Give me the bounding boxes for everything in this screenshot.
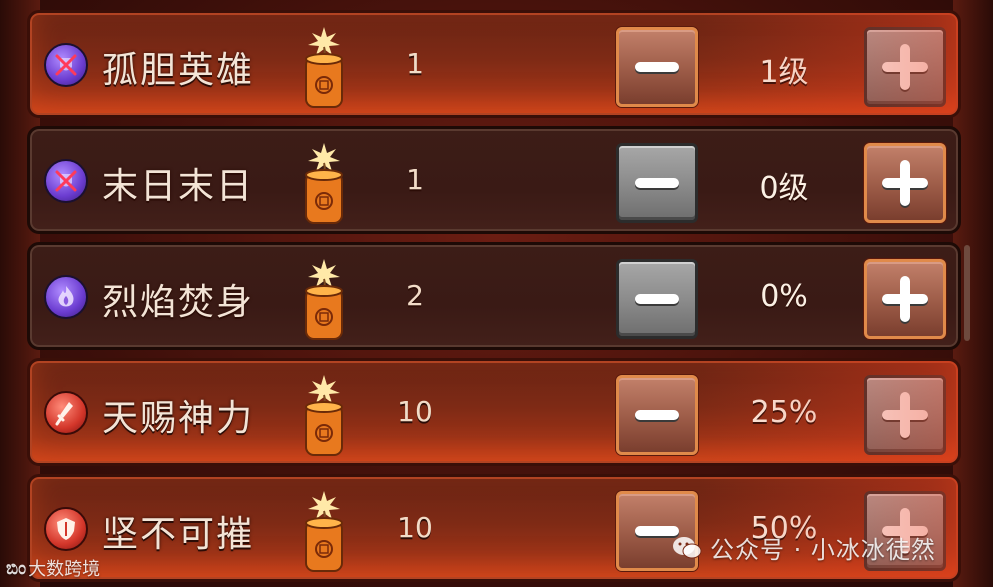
- scrollbar[interactable]: [964, 245, 970, 341]
- skill-row: 烈焰焚身 2 0%: [27, 242, 961, 350]
- increase-button[interactable]: [864, 143, 946, 223]
- minus-icon: [635, 294, 679, 304]
- sword-icon: [44, 391, 88, 435]
- skill-row: 孤胆英雄 1 1级: [27, 10, 961, 118]
- minus-icon: [635, 410, 679, 420]
- flame-icon: [44, 275, 88, 319]
- firecracker-icon: [305, 491, 343, 572]
- watermark-text: 公众号 · 小冰冰徒然: [710, 536, 936, 564]
- firecracker-icon: [305, 143, 343, 224]
- plus-icon: [882, 160, 928, 206]
- level-value: 0%: [760, 279, 808, 314]
- skill-row: 坚不可摧 10 50%: [27, 474, 961, 582]
- increase-button[interactable]: [864, 259, 946, 339]
- logo-text: 大数跨境: [28, 559, 101, 580]
- minus-icon: [635, 62, 679, 72]
- decrease-button[interactable]: [616, 143, 698, 223]
- level-value: 0级: [759, 171, 809, 206]
- skill-name: 末日末日: [102, 166, 255, 207]
- skill-name: 天赐神力: [102, 398, 255, 439]
- wechat-icon: [673, 536, 702, 558]
- plus-icon: [882, 276, 928, 322]
- decrease-button[interactable]: [616, 375, 698, 455]
- skill-name: 坚不可摧: [102, 514, 255, 555]
- firecracker-icon: [305, 27, 343, 108]
- logo-mark: ಬಿಂ: [6, 557, 26, 579]
- firecracker-icon: [305, 259, 343, 340]
- crossed-shield-icon: [44, 159, 88, 203]
- logo: ಬಿಂ 大数跨境: [6, 555, 100, 581]
- level-value: 1级: [759, 55, 809, 90]
- shield-icon: [44, 507, 88, 551]
- increase-button[interactable]: [864, 375, 946, 455]
- skill-name: 烈焰焚身: [102, 282, 255, 323]
- skill-row: 末日末日 1 0级: [27, 126, 961, 234]
- cost-value: 10: [397, 395, 433, 428]
- minus-icon: [635, 178, 679, 188]
- plus-icon: [882, 44, 928, 90]
- increase-button[interactable]: [864, 27, 946, 107]
- level-value: 25%: [750, 395, 818, 430]
- cost-value: 1: [406, 163, 424, 196]
- plus-icon: [882, 392, 928, 438]
- firecracker-icon: [305, 375, 343, 456]
- crossed-shield-icon: [44, 43, 88, 87]
- skill-row: 天赐神力 10 25%: [27, 358, 961, 466]
- cost-value: 2: [406, 279, 424, 312]
- cost-value: 10: [397, 511, 433, 544]
- watermark: 公众号 · 小冰冰徒然: [672, 530, 936, 565]
- decrease-button[interactable]: [616, 259, 698, 339]
- cost-value: 1: [406, 47, 424, 80]
- skill-name: 孤胆英雄: [102, 50, 255, 91]
- decrease-button[interactable]: [616, 27, 698, 107]
